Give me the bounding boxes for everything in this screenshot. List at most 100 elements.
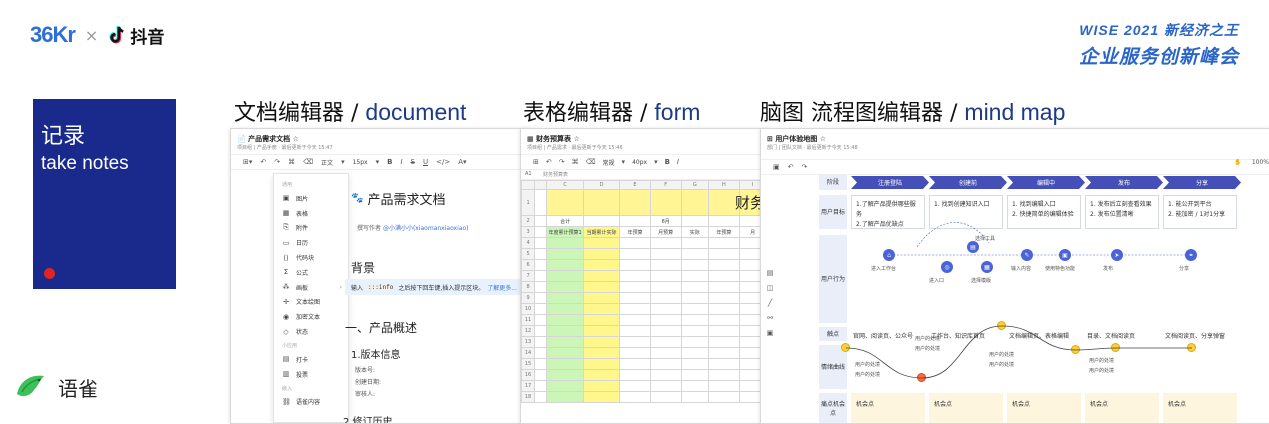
row-header[interactable]: 3 — [521, 226, 536, 238]
sheet-cell[interactable]: 年度累计预算1 — [546, 226, 584, 238]
row-header[interactable]: 18 — [521, 391, 536, 403]
sheet-cell[interactable] — [582, 369, 621, 381]
sheet-cell[interactable] — [680, 259, 709, 271]
sheet-cell[interactable] — [546, 270, 584, 282]
sheet-cell[interactable] — [546, 369, 584, 381]
sheet-cell[interactable] — [680, 237, 709, 249]
italic-icon[interactable]: I — [400, 158, 402, 166]
redo-icon[interactable]: ↷ — [274, 158, 280, 166]
sheet-cell[interactable] — [649, 270, 682, 282]
undo-icon[interactable]: ↶ — [260, 158, 266, 166]
sheet-cell[interactable] — [582, 259, 621, 271]
save-icon[interactable]: ▣ — [773, 163, 780, 171]
row-header[interactable]: 5 — [521, 248, 536, 260]
text-icon[interactable]: ▤ — [767, 269, 774, 277]
menu-item-checkin[interactable]: ▤ 打卡 — [274, 352, 348, 367]
sheet-cell[interactable] — [619, 215, 651, 227]
number-format-select[interactable]: 常规 — [603, 158, 615, 167]
menu-item-codeblock[interactable]: ⟨⟩ 代码块 — [274, 250, 348, 265]
sheet-cell[interactable] — [582, 189, 621, 216]
column-header[interactable]: D — [582, 180, 621, 190]
sheet-cell[interactable] — [649, 380, 682, 392]
sheet-cell[interactable] — [680, 369, 709, 381]
column-header[interactable]: G — [680, 180, 709, 190]
sheet-cell[interactable] — [619, 270, 651, 282]
menu-item-image[interactable]: ▣ 图片 — [274, 191, 348, 206]
sheet-cell[interactable] — [582, 347, 621, 359]
sheet-cell[interactable] — [582, 292, 621, 304]
zoom-level[interactable]: 100% — [1252, 159, 1269, 166]
sheet-cell[interactable] — [546, 189, 584, 216]
strikethrough-icon[interactable]: S — [411, 158, 415, 166]
sheet-cell[interactable] — [619, 189, 651, 216]
sheet-cell[interactable] — [649, 189, 682, 216]
sheet-cell[interactable] — [619, 237, 651, 249]
sheet-cell[interactable] — [707, 336, 740, 348]
sheet-cell[interactable] — [534, 380, 548, 392]
sheet-cell[interactable] — [582, 215, 621, 227]
connector-icon[interactable]: ⚯ — [767, 314, 773, 322]
sheet-cell[interactable] — [582, 380, 621, 392]
sheet-table[interactable]: CDEFGHIJ12合计8月3年度累计预算1当期累计实际年预算月预算实际年预算月… — [521, 180, 769, 403]
sheet-cell[interactable] — [534, 391, 548, 403]
sheet-cell[interactable] — [707, 259, 740, 271]
sheet-cell[interactable] — [707, 292, 740, 304]
image-icon[interactable]: ▣ — [767, 329, 774, 337]
sheet-cell[interactable] — [619, 248, 651, 260]
sheet-cell[interactable] — [534, 303, 548, 315]
bold-icon[interactable]: B — [387, 158, 392, 166]
sheet-cell[interactable] — [534, 215, 548, 227]
sheet-cell[interactable] — [707, 215, 740, 227]
sheet-cell[interactable] — [582, 336, 621, 348]
sheet-cell[interactable] — [534, 325, 548, 337]
format-painter-icon[interactable]: ⌘ — [288, 158, 295, 166]
row-header[interactable]: 14 — [521, 347, 536, 359]
menu-item-calendar[interactable]: ▭ 日历 — [274, 235, 348, 250]
sheet-cell[interactable] — [680, 391, 709, 403]
sheet-cell[interactable] — [680, 281, 709, 293]
sheet-cell[interactable] — [680, 325, 709, 337]
sheet-cell[interactable] — [534, 270, 548, 282]
sheet-cell[interactable] — [707, 270, 740, 282]
hand-icon[interactable]: ✋ — [1234, 159, 1241, 166]
sheet-cell[interactable] — [707, 391, 740, 403]
sheet-cell[interactable] — [680, 336, 709, 348]
redo-icon[interactable]: ↷ — [802, 163, 808, 171]
sheet-cell[interactable] — [649, 303, 682, 315]
row-header[interactable]: 16 — [521, 369, 536, 381]
sheet-cell[interactable] — [619, 391, 651, 403]
row-header[interactable]: 12 — [521, 325, 536, 337]
sheet-cell[interactable] — [582, 325, 621, 337]
sheet-cell[interactable] — [534, 189, 548, 216]
sheet-cell[interactable] — [546, 292, 584, 304]
row-header[interactable]: 10 — [521, 303, 536, 315]
menu-item-encrypted-text[interactable]: ◉ 加密文本 — [274, 309, 348, 324]
sheet-cell[interactable] — [707, 237, 740, 249]
sheet-cell[interactable] — [707, 281, 740, 293]
sheet-cell[interactable] — [534, 336, 548, 348]
sheet-cell[interactable] — [534, 314, 548, 326]
italic-icon[interactable]: I — [677, 158, 679, 166]
menu-item-text-drawing[interactable]: ✢ 文本绘图 — [274, 295, 348, 310]
sheet-cell[interactable] — [546, 303, 584, 315]
undo-icon[interactable]: ↶ — [788, 163, 794, 171]
sheet-cell[interactable] — [619, 314, 651, 326]
sheet-cell[interactable] — [649, 248, 682, 260]
sheet-cell[interactable] — [582, 314, 621, 326]
sheet-cell[interactable] — [619, 369, 651, 381]
sheet-cell[interactable] — [534, 358, 548, 370]
menu-item-vote[interactable]: ▥ 投票 — [274, 367, 348, 382]
sheet-cell[interactable] — [619, 347, 651, 359]
sheet-cell[interactable] — [707, 325, 740, 337]
menu-item-yuque-content[interactable]: ⛓ 语雀内容 — [274, 395, 348, 410]
sheet-cell[interactable] — [649, 314, 682, 326]
sheet-cell[interactable] — [707, 347, 740, 359]
sheet-cell[interactable] — [534, 281, 548, 293]
sheet-cell[interactable]: 实际 — [680, 226, 709, 238]
row-header[interactable]: 4 — [521, 237, 536, 249]
sheet-cell[interactable] — [649, 391, 682, 403]
sheet-cell[interactable] — [619, 303, 651, 315]
tip-learn-more-link[interactable]: 了解更多... — [487, 283, 517, 292]
sheet-cell[interactable]: 年预算 — [707, 226, 740, 238]
sheet-cell[interactable] — [534, 369, 548, 381]
